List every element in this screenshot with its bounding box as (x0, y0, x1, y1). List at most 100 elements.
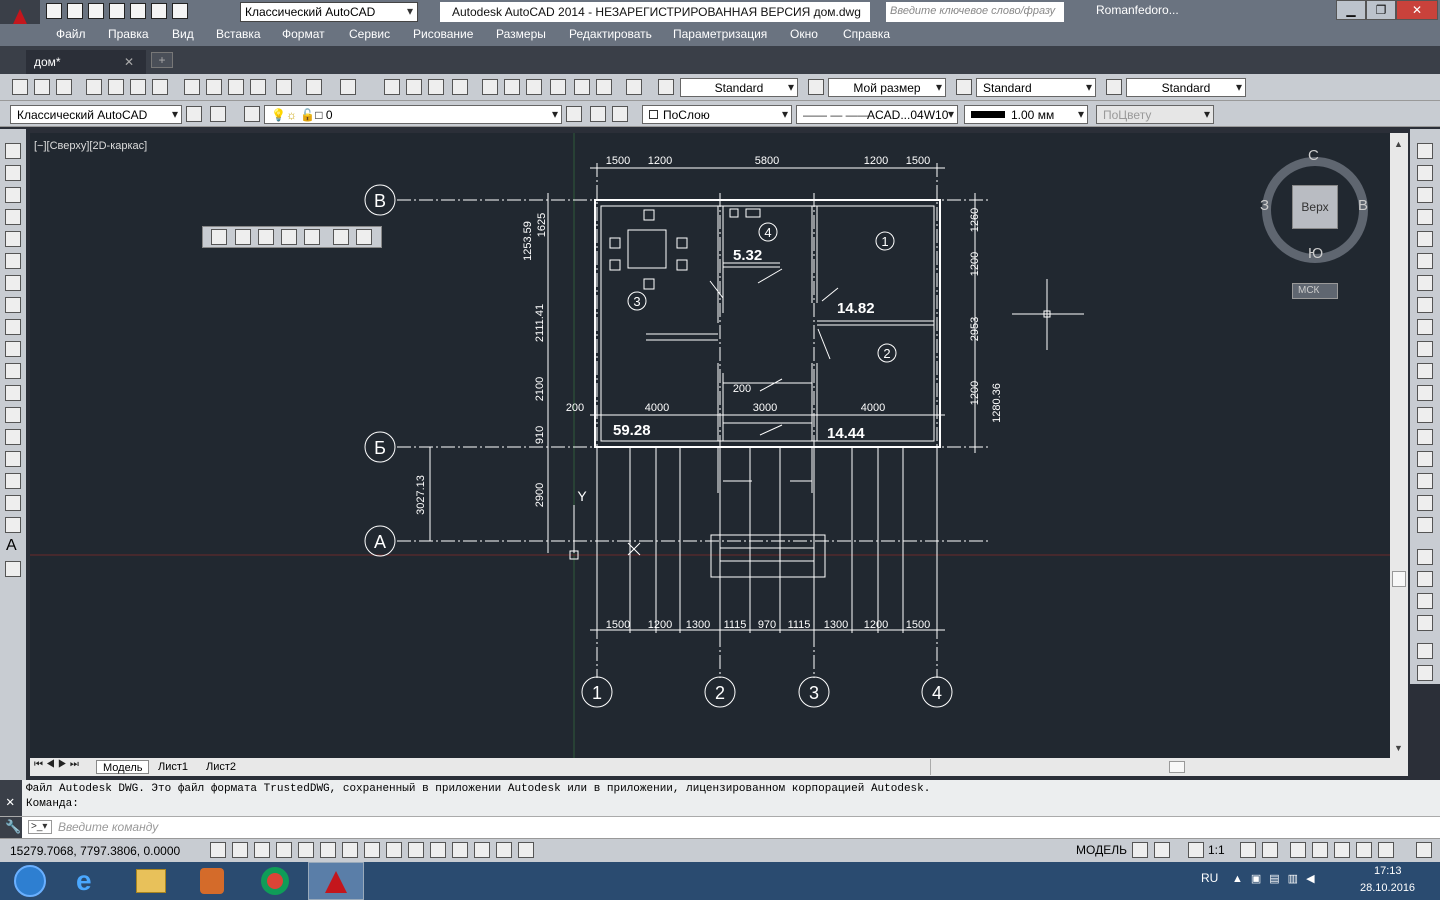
hardware-acceleration-icon[interactable] (1334, 842, 1350, 858)
open-icon[interactable] (34, 79, 50, 95)
save-icon[interactable] (88, 3, 104, 19)
make-current-layer-icon[interactable] (566, 106, 582, 122)
linetype-dropdown[interactable]: —— — —— ACAD...04W10 (796, 105, 958, 124)
paste-icon[interactable] (228, 79, 244, 95)
viewcube-face-top[interactable]: Верх (1292, 185, 1338, 229)
dynamic-input-icon[interactable] (408, 842, 424, 858)
table-icon[interactable] (5, 517, 21, 533)
draworder-below-icon[interactable] (1417, 615, 1433, 631)
sphere-icon[interactable] (235, 229, 251, 245)
start-button[interactable] (4, 862, 54, 900)
markup-icon[interactable] (574, 79, 590, 95)
coordinates-readout[interactable]: 15279.7068, 7797.3806, 0.0000 (10, 844, 180, 858)
command-recent-icon[interactable]: >_▾ (28, 820, 52, 834)
add-selected-icon[interactable] (5, 561, 21, 577)
3d-orbit-icon[interactable] (211, 229, 227, 245)
trim-icon[interactable] (1417, 341, 1433, 357)
dim-style-dropdown[interactable]: Мой размер (828, 78, 946, 97)
sheet-set-icon[interactable] (550, 79, 566, 95)
text-to-front-icon[interactable] (1417, 643, 1433, 659)
quickcalc-icon[interactable] (596, 79, 612, 95)
customize-wrench-icon[interactable]: 🔧 (0, 817, 22, 838)
close-tab-icon[interactable]: ✕ (124, 55, 134, 69)
circle-icon[interactable] (5, 275, 21, 291)
region-icon[interactable] (5, 495, 21, 511)
menu-draw[interactable]: Рисование (413, 27, 473, 41)
table-style-icon[interactable] (956, 79, 972, 95)
preview-icon[interactable] (108, 79, 124, 95)
minimize-button[interactable]: ▁ (1336, 0, 1366, 20)
snap-mode-icon[interactable] (232, 842, 248, 858)
explode-icon[interactable] (1417, 517, 1433, 533)
point-icon[interactable] (5, 429, 21, 445)
ortho-mode-icon[interactable] (276, 842, 292, 858)
quick-view-layouts-icon[interactable] (1132, 842, 1148, 858)
lock-ui-icon[interactable] (1312, 842, 1328, 858)
object-snap-tracking-icon[interactable] (364, 842, 380, 858)
revcloud-icon[interactable] (5, 297, 21, 313)
menu-dimension[interactable]: Размеры (496, 27, 546, 41)
mleader-style-icon[interactable] (1106, 79, 1122, 95)
draworder-front-icon[interactable] (1417, 549, 1433, 565)
spline-icon[interactable] (5, 319, 21, 335)
block-editor-icon[interactable] (276, 79, 292, 95)
ucs-menu-button[interactable]: МСК (1292, 283, 1338, 299)
transparency-icon[interactable] (452, 842, 468, 858)
taskbar-autocad[interactable] (308, 862, 364, 900)
quick-view-drawings-icon[interactable] (1154, 842, 1170, 858)
annotation-scale-icon[interactable] (1188, 842, 1204, 858)
taskbar-internet-explorer[interactable]: e (64, 862, 114, 900)
tool-palettes-icon[interactable] (526, 79, 542, 95)
text-style-icon[interactable] (658, 79, 674, 95)
viewcube-east[interactable]: В (1358, 197, 1368, 214)
taskbar-media-player[interactable] (188, 862, 238, 900)
array-icon[interactable] (1417, 231, 1433, 247)
layer-states-icon[interactable] (612, 106, 628, 122)
annotation-scale-value[interactable]: 1:1 (1208, 843, 1225, 857)
mtext-icon[interactable]: A (6, 537, 17, 555)
menu-format[interactable]: Формат (282, 27, 325, 41)
workspace-dropdown[interactable]: Классический AutoCAD (240, 2, 418, 22)
mleader-style-dropdown[interactable]: Standard (1126, 78, 1246, 97)
maximize-button[interactable]: ❐ (1366, 0, 1396, 20)
copy-icon[interactable] (206, 79, 222, 95)
blend-curves-icon[interactable] (1417, 495, 1433, 511)
polar-tracking-icon[interactable] (298, 842, 314, 858)
infer-constraints-icon[interactable] (210, 842, 226, 858)
break-at-point-icon[interactable] (1417, 385, 1433, 401)
taskbar-chrome[interactable] (250, 862, 300, 900)
draworder-back-icon[interactable] (1417, 571, 1433, 587)
tray-icons[interactable]: ▲▣▤▥◀ (1232, 872, 1323, 885)
viewport-controls-label[interactable]: [−][Сверху][2D-каркас] (34, 140, 147, 152)
print-icon[interactable] (130, 3, 146, 19)
text-style-dropdown[interactable]: Standard (680, 78, 798, 97)
model-space-toggle[interactable]: МОДЕЛЬ (1076, 843, 1127, 857)
publish-icon[interactable] (130, 79, 146, 95)
construction-line-icon[interactable] (5, 165, 21, 181)
horizontal-scroll-thumb[interactable] (1169, 761, 1185, 773)
chamfer-icon[interactable] (1417, 451, 1433, 467)
clock-date[interactable]: 28.10.2016 (1360, 882, 1415, 894)
menu-help[interactable]: Справка (843, 27, 890, 41)
menu-view[interactable]: Вид (172, 27, 194, 41)
menu-modify[interactable]: Редактировать (569, 27, 652, 41)
command-line[interactable]: 🔧 >_▾ Введите команду (0, 816, 1440, 838)
box-close-icon[interactable] (356, 229, 372, 245)
zoom-previous-icon[interactable] (452, 79, 468, 95)
user-name[interactable]: Romanfedoro... (1096, 3, 1179, 17)
fillet-icon[interactable] (1417, 473, 1433, 489)
extend-icon[interactable] (1417, 363, 1433, 379)
slash-circle-icon[interactable] (304, 229, 320, 245)
undo-icon[interactable] (151, 3, 167, 19)
menu-edit[interactable]: Правка (108, 27, 149, 41)
layer-dropdown[interactable]: 💡☼ 🔓□ 0 (264, 105, 562, 124)
clean-screen-icon[interactable] (1416, 842, 1432, 858)
save-as-icon[interactable] (109, 3, 125, 19)
polyline-icon[interactable] (5, 187, 21, 203)
3d-osnap-icon[interactable] (342, 842, 358, 858)
vertical-scroll-thumb[interactable] (1392, 571, 1406, 587)
tab-sheet2[interactable]: Лист2 (200, 760, 242, 774)
workspace-dropdown[interactable]: Классический AutoCAD (10, 105, 182, 124)
zoom-realtime-icon[interactable] (406, 79, 422, 95)
save-icon[interactable] (56, 79, 72, 95)
